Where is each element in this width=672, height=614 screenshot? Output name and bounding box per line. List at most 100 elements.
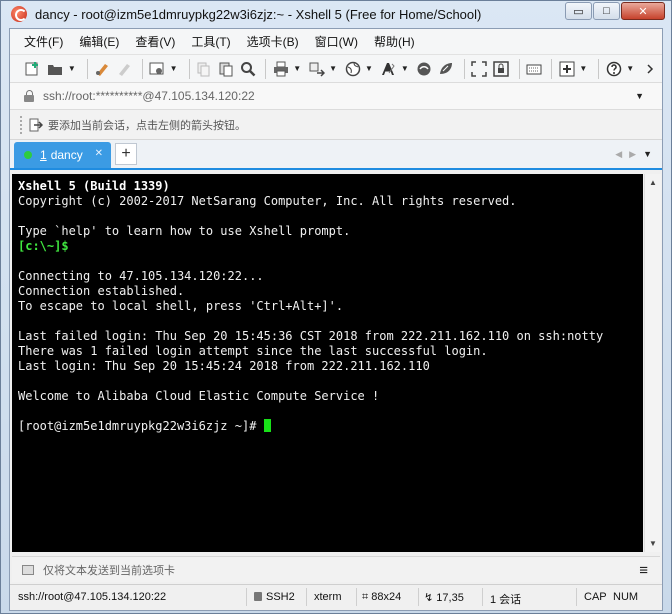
status-terminal-type: xterm xyxy=(314,591,342,603)
add-session-arrow-icon[interactable] xyxy=(28,117,44,133)
menu-tools[interactable]: 工具(T) xyxy=(191,33,230,50)
tab-strip: 1 dancy ✕ + ◀ ▶ ▼ xyxy=(10,140,662,170)
transfer-icon[interactable] xyxy=(307,59,326,79)
menu-window[interactable]: 窗口(W) xyxy=(315,33,358,50)
chevron-right-icon[interactable]: ▶ xyxy=(629,149,636,160)
tab-number: 1 xyxy=(40,148,47,162)
title-bar[interactable]: dancy - root@izm5e1dmruypkg22w3i6zjz:~ -… xyxy=(1,1,671,27)
menu-edit[interactable]: 编辑(E) xyxy=(79,33,119,50)
menu-help[interactable]: 帮助(H) xyxy=(374,33,415,50)
tab-dancy[interactable]: 1 dancy ✕ xyxy=(14,142,111,168)
minimize-button[interactable]: ▭ xyxy=(565,2,592,20)
terminal-line-text: [root@izm5e1dmruypkg22w3i6zjz ~]# xyxy=(18,419,264,433)
chevron-down-icon[interactable]: ▼ xyxy=(293,59,301,79)
menu-icon[interactable]: ≡ xyxy=(639,562,648,579)
properties-icon[interactable] xyxy=(148,59,167,79)
lock-screen-icon[interactable] xyxy=(492,59,511,79)
status-divider xyxy=(576,588,577,606)
print-icon[interactable] xyxy=(271,59,290,79)
terminal-line-text: Welcome to Alibaba Cloud Elastic Compute… xyxy=(18,389,380,403)
toolbar-divider xyxy=(463,58,465,79)
xmanager-icon[interactable] xyxy=(437,59,456,79)
keyboard-icon[interactable] xyxy=(525,59,544,79)
maximize-button[interactable]: □ xyxy=(593,2,620,20)
new-session-icon[interactable] xyxy=(24,59,43,79)
chevron-down-icon[interactable]: ▼ xyxy=(579,59,587,79)
chevron-down-icon[interactable]: ▼ xyxy=(626,59,634,79)
terminal-scrollbar[interactable]: ▲ ▼ xyxy=(644,174,661,552)
status-num: NUM xyxy=(613,591,639,603)
open-folder-icon[interactable] xyxy=(46,59,65,79)
globe-icon[interactable] xyxy=(343,59,362,79)
xftp-icon[interactable] xyxy=(415,59,434,79)
scroll-down-icon[interactable]: ▼ xyxy=(649,539,657,548)
terminal-line: [root@izm5e1dmruypkg22w3i6zjz ~]# xyxy=(18,419,637,434)
terminal-line-text: Xshell 5 (Build 1339) xyxy=(18,179,170,193)
terminal-line-text: Connecting to 47.105.134.120:22... xyxy=(18,269,264,283)
terminal-line-text: Last login: Thu Sep 20 15:45:24 2018 fro… xyxy=(18,359,430,373)
status-cursor-label: 17,35 xyxy=(436,592,464,604)
compose-input[interactable]: 仅将文本发送到当前选项卡 xyxy=(43,562,175,578)
tab-label: dancy xyxy=(50,148,83,162)
hint-text: 要添加当前会话，点击左侧的箭头按钮。 xyxy=(48,119,246,132)
address-bar[interactable]: ssh://root:**********@47.105.134.120:22 … xyxy=(10,83,662,110)
status-size: ⌗ 88x24 xyxy=(362,591,401,604)
app-frame: 文件(F) 编辑(E) 查看(V) 工具(T) 选项卡(B) 窗口(W) 帮助(… xyxy=(9,28,663,611)
tab-close-icon[interactable]: ✕ xyxy=(95,148,103,159)
scroll-up-icon[interactable]: ▲ xyxy=(649,178,657,187)
menu-tabs[interactable]: 选项卡(B) xyxy=(247,33,299,50)
terminal-line: Connection established. xyxy=(18,284,637,299)
help-icon[interactable] xyxy=(604,59,623,79)
session-hint-bar: 要添加当前会话，点击左侧的箭头按钮。 xyxy=(10,110,662,140)
compose-bar[interactable]: 仅将文本发送到当前选项卡 ≡ xyxy=(12,556,660,582)
compose-icon[interactable] xyxy=(22,564,34,575)
chevron-down-icon[interactable]: ▼ xyxy=(329,59,337,79)
status-divider xyxy=(246,588,247,606)
terminal-output[interactable]: Xshell 5 (Build 1339) Copyright (c) 2002-… xyxy=(12,174,643,552)
menu-file[interactable]: 文件(F) xyxy=(24,33,63,50)
status-size-label: 88x24 xyxy=(371,591,402,603)
toolbar-divider xyxy=(518,58,520,79)
status-divider xyxy=(482,588,483,606)
status-caps: CAP xyxy=(584,591,607,603)
address-input[interactable]: ssh://root:**********@47.105.134.120:22 xyxy=(43,89,255,103)
resize-icon: ⌗ xyxy=(362,591,372,603)
disconnect-icon[interactable] xyxy=(115,59,134,79)
tab-navigation: ◀ ▶ ▼ xyxy=(608,149,652,160)
more-icon[interactable] xyxy=(640,59,659,79)
drag-handle-icon[interactable] xyxy=(20,115,24,134)
terminal-line: Last failed login: Thu Sep 20 15:45:36 C… xyxy=(18,329,637,344)
chevron-down-icon[interactable]: ▼ xyxy=(635,91,644,101)
copy-icon[interactable] xyxy=(194,59,213,79)
find-icon[interactable] xyxy=(238,59,257,79)
add-icon[interactable] xyxy=(557,59,576,79)
status-divider xyxy=(356,588,357,606)
terminal-line: [c:\~]$ xyxy=(18,239,637,254)
terminal-line: Last login: Thu Sep 20 15:45:24 2018 fro… xyxy=(18,359,637,374)
new-tab-button[interactable]: + xyxy=(115,143,137,165)
chevron-down-icon[interactable]: ▼ xyxy=(365,59,373,79)
chevron-down-icon[interactable]: ▼ xyxy=(401,59,409,79)
window-title: dancy - root@izm5e1dmruypkg22w3i6zjz:~ -… xyxy=(35,6,482,22)
connected-status-icon xyxy=(24,151,32,159)
font-icon[interactable] xyxy=(379,59,398,79)
menu-bar: 文件(F) 编辑(E) 查看(V) 工具(T) 选项卡(B) 窗口(W) 帮助(… xyxy=(10,29,662,55)
toolbar-divider xyxy=(141,58,143,79)
terminal-line: Type `help' to learn how to use Xshell p… xyxy=(18,224,637,239)
chevron-left-icon[interactable]: ◀ xyxy=(615,149,622,160)
status-bar: ssh://root@47.105.134.120:22 SSH2 xterm … xyxy=(10,584,662,610)
close-button[interactable]: ✕ xyxy=(621,2,665,20)
connect-icon[interactable] xyxy=(93,59,112,79)
lock-icon xyxy=(254,592,262,601)
fullscreen-icon[interactable] xyxy=(470,59,489,79)
chevron-down-icon[interactable]: ▼ xyxy=(68,59,76,79)
paste-icon[interactable] xyxy=(216,59,235,79)
menu-view[interactable]: 查看(V) xyxy=(135,33,175,50)
chevron-down-icon[interactable]: ▼ xyxy=(170,59,178,79)
chevron-down-icon[interactable]: ▼ xyxy=(643,149,652,160)
